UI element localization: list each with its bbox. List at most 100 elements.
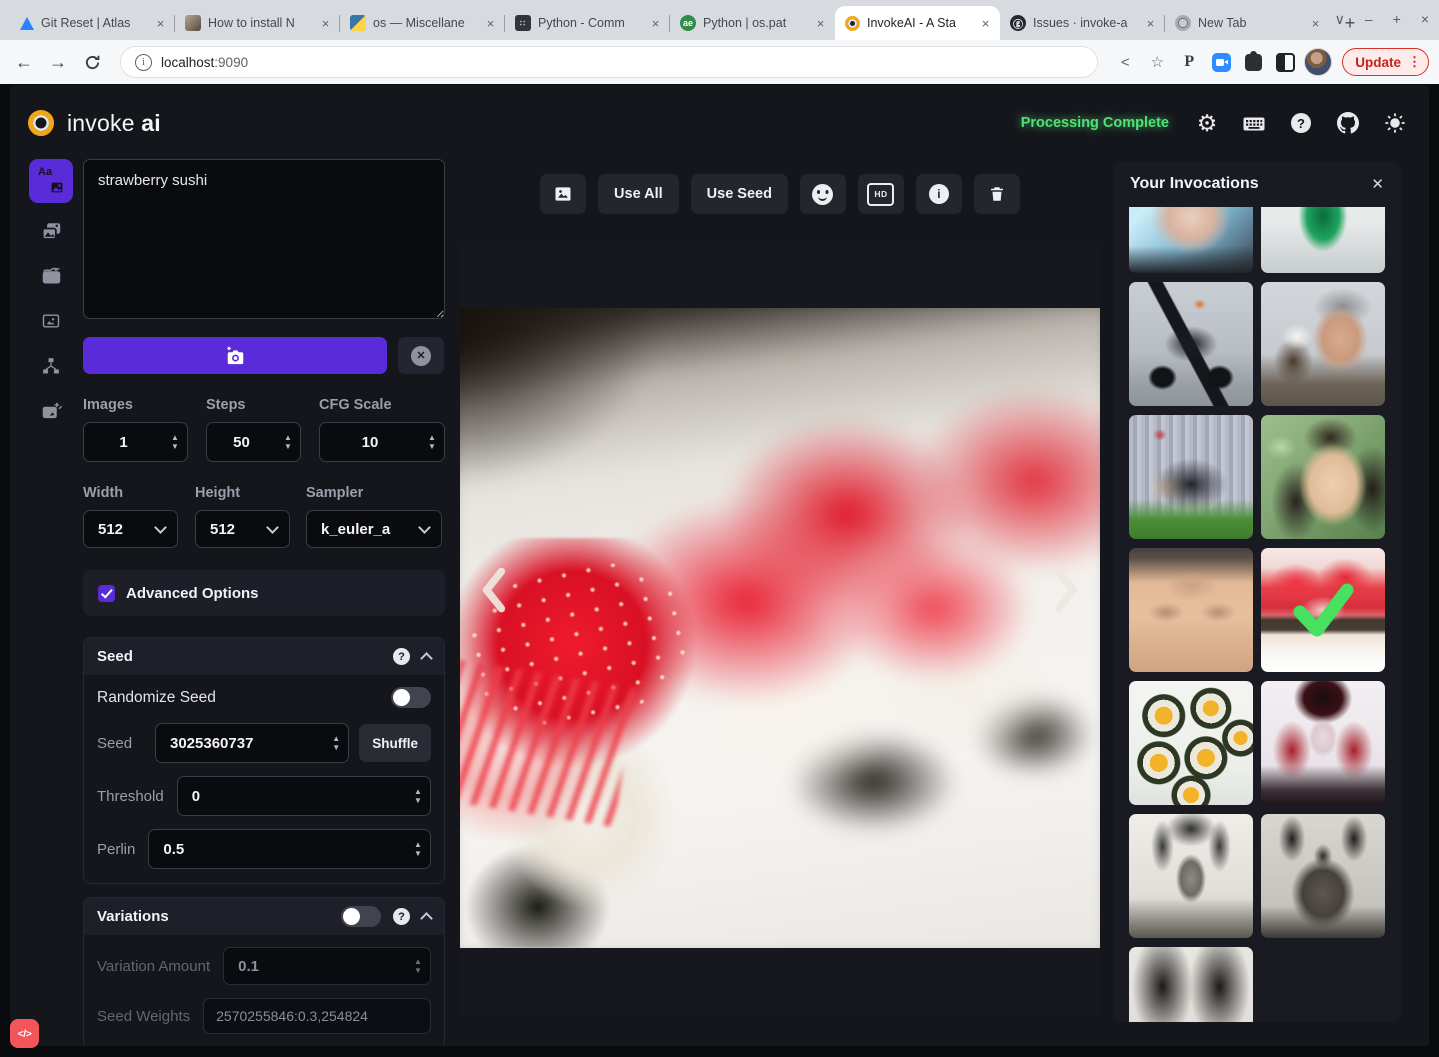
site-info-icon[interactable]: i [135, 54, 152, 71]
cfg-scale-input[interactable]: 10▲▼ [319, 422, 445, 462]
minimize-button[interactable]: – [1365, 12, 1373, 26]
variations-toggle[interactable] [341, 906, 381, 927]
variations-panel-header[interactable]: Variations ? [84, 898, 444, 935]
refresh-button[interactable] [78, 48, 106, 76]
close-window-button[interactable]: × [1421, 12, 1429, 26]
extension-p-icon[interactable]: P [1176, 49, 1202, 75]
thumbnail-goat-drawing[interactable] [1261, 814, 1385, 938]
tab-close-icon[interactable]: × [1142, 15, 1159, 32]
stepper-icon[interactable]: ▲▼ [324, 734, 348, 752]
close-gallery-icon[interactable]: ✕ [1371, 177, 1384, 192]
tab-postprocessing[interactable] [34, 394, 68, 428]
tab-search-chevron-icon[interactable]: ∨ [1335, 12, 1345, 26]
stepper-icon[interactable]: ▲▼ [406, 840, 430, 858]
thumbnail-man-with-eagle[interactable] [1261, 282, 1385, 406]
hotkeys-keyboard-icon[interactable] [1242, 111, 1266, 135]
tab-close-icon[interactable]: × [152, 15, 169, 32]
thumbnail-strawberry-sushi-selected[interactable] [1261, 548, 1385, 672]
stepper-icon[interactable]: ▲▼ [276, 433, 300, 451]
thumbnail-elderly-face[interactable] [1129, 548, 1253, 672]
delete-image-button[interactable] [974, 174, 1020, 214]
dev-code-button[interactable]: </> [10, 1019, 39, 1048]
next-image-arrow[interactable] [1046, 561, 1086, 619]
previous-image-arrow[interactable] [474, 561, 514, 619]
tab-how-to-install[interactable]: How to install N × [175, 6, 340, 40]
use-all-button[interactable]: Use All [598, 174, 679, 214]
tab-close-icon[interactable]: × [647, 15, 664, 32]
tab-python-ospath[interactable]: ae Python | os.pat × [670, 6, 835, 40]
sampler-select[interactable]: k_euler_a [306, 510, 442, 548]
tab-github-issues[interactable]: ⓖ Issues · invoke-a × [1000, 6, 1165, 40]
profile-avatar[interactable] [1304, 48, 1332, 76]
steps-input[interactable]: 50▲▼ [206, 422, 301, 462]
collapse-chevron-icon[interactable] [420, 912, 433, 925]
tab-image-to-image[interactable] [34, 214, 68, 248]
gallery-scroll-area[interactable] [1113, 207, 1401, 1022]
details-button[interactable]: i [916, 174, 962, 214]
thumbnail-red-haired-demon[interactable] [1261, 681, 1385, 805]
tab-os-misc[interactable]: os — Miscellane × [340, 6, 505, 40]
zoom-extension-icon[interactable] [1208, 49, 1234, 75]
width-select[interactable]: 512 [83, 510, 178, 548]
invoke-button[interactable] [83, 337, 387, 374]
seed-panel-header[interactable]: Seed ? [84, 638, 444, 675]
thumbnail-jade-figurine[interactable] [1261, 207, 1385, 273]
thumbnail-woman-portrait[interactable] [1261, 415, 1385, 539]
thumbnail-mango-sushi-rolls[interactable] [1129, 681, 1253, 805]
use-seed-button[interactable]: Use Seed [691, 174, 788, 214]
address-bar[interactable]: i localhost:9090 [120, 46, 1098, 78]
threshold-input[interactable]: 0 ▲▼ [177, 776, 431, 816]
variation-amount-input[interactable]: 0.1 ▲▼ [223, 947, 431, 985]
back-button[interactable]: ← [10, 48, 38, 76]
thumbnail-skull-sketch[interactable] [1129, 947, 1253, 1022]
tab-invokeai-active[interactable]: InvokeAI - A Sta × [835, 6, 1000, 40]
perlin-input[interactable]: 0.5 ▲▼ [148, 829, 431, 869]
images-input[interactable]: 1▲▼ [83, 422, 188, 462]
tab-new-tab[interactable]: New Tab × [1165, 6, 1330, 40]
tab-git-reset[interactable]: Git Reset | Atlas × [10, 6, 175, 40]
tab-text-to-image[interactable]: Aa [29, 159, 73, 203]
forward-button[interactable]: → [44, 48, 72, 76]
extension-puzzle-icon[interactable] [1240, 49, 1266, 75]
cancel-button[interactable]: ✕ [398, 337, 444, 374]
update-button[interactable]: Update ⋮ [1342, 48, 1429, 76]
seed-input[interactable]: 3025360737 ▲▼ [155, 723, 349, 763]
height-select[interactable]: 512 [195, 510, 290, 548]
dark-mode-extension-icon[interactable] [1272, 49, 1298, 75]
help-question-icon[interactable]: ? [393, 648, 410, 665]
settings-gear-icon[interactable]: ⚙ [1195, 111, 1219, 135]
share-icon[interactable]: < [1112, 49, 1138, 75]
tab-python-comm[interactable]: ∷ Python - Comm × [505, 6, 670, 40]
tab-outpainting[interactable] [34, 304, 68, 338]
tab-close-icon[interactable]: × [1307, 15, 1324, 32]
github-icon[interactable] [1336, 111, 1360, 135]
restore-faces-button[interactable] [800, 174, 846, 214]
tab-close-icon[interactable]: × [317, 15, 334, 32]
thumbnail-futuristic-motorcycle[interactable] [1129, 282, 1253, 406]
maximize-button[interactable]: + [1393, 12, 1401, 26]
help-icon[interactable]: ? [1289, 111, 1313, 135]
tab-close-icon[interactable]: × [482, 15, 499, 32]
seed-weights-input[interactable] [203, 998, 431, 1034]
randomize-seed-toggle[interactable] [391, 687, 431, 708]
prompt-input[interactable]: strawberry sushi [83, 159, 445, 319]
advanced-options-row[interactable]: Advanced Options [83, 570, 445, 616]
tab-close-icon[interactable]: × [812, 15, 829, 32]
thumbnail-team-celebration[interactable] [1129, 415, 1253, 539]
upscale-button[interactable]: HD [858, 174, 904, 214]
thumbnail-cyan-portrait[interactable] [1129, 207, 1253, 273]
stepper-icon[interactable]: ▲▼ [406, 957, 430, 975]
tab-inpainting[interactable] [34, 259, 68, 293]
collapse-chevron-icon[interactable] [420, 652, 433, 665]
stepper-icon[interactable]: ▲▼ [420, 433, 444, 451]
send-to-gallery-button[interactable] [540, 174, 586, 214]
tab-close-icon[interactable]: × [977, 15, 994, 32]
bookmark-star-icon[interactable]: ☆ [1144, 49, 1170, 75]
help-question-icon[interactable]: ? [393, 908, 410, 925]
thumbnail-horned-sketch[interactable] [1129, 814, 1253, 938]
theme-sun-icon[interactable] [1383, 111, 1407, 135]
advanced-options-checkbox[interactable] [98, 585, 115, 602]
shuffle-button[interactable]: Shuffle [359, 724, 431, 762]
tab-nodes[interactable] [34, 349, 68, 383]
stepper-icon[interactable]: ▲▼ [406, 787, 430, 805]
